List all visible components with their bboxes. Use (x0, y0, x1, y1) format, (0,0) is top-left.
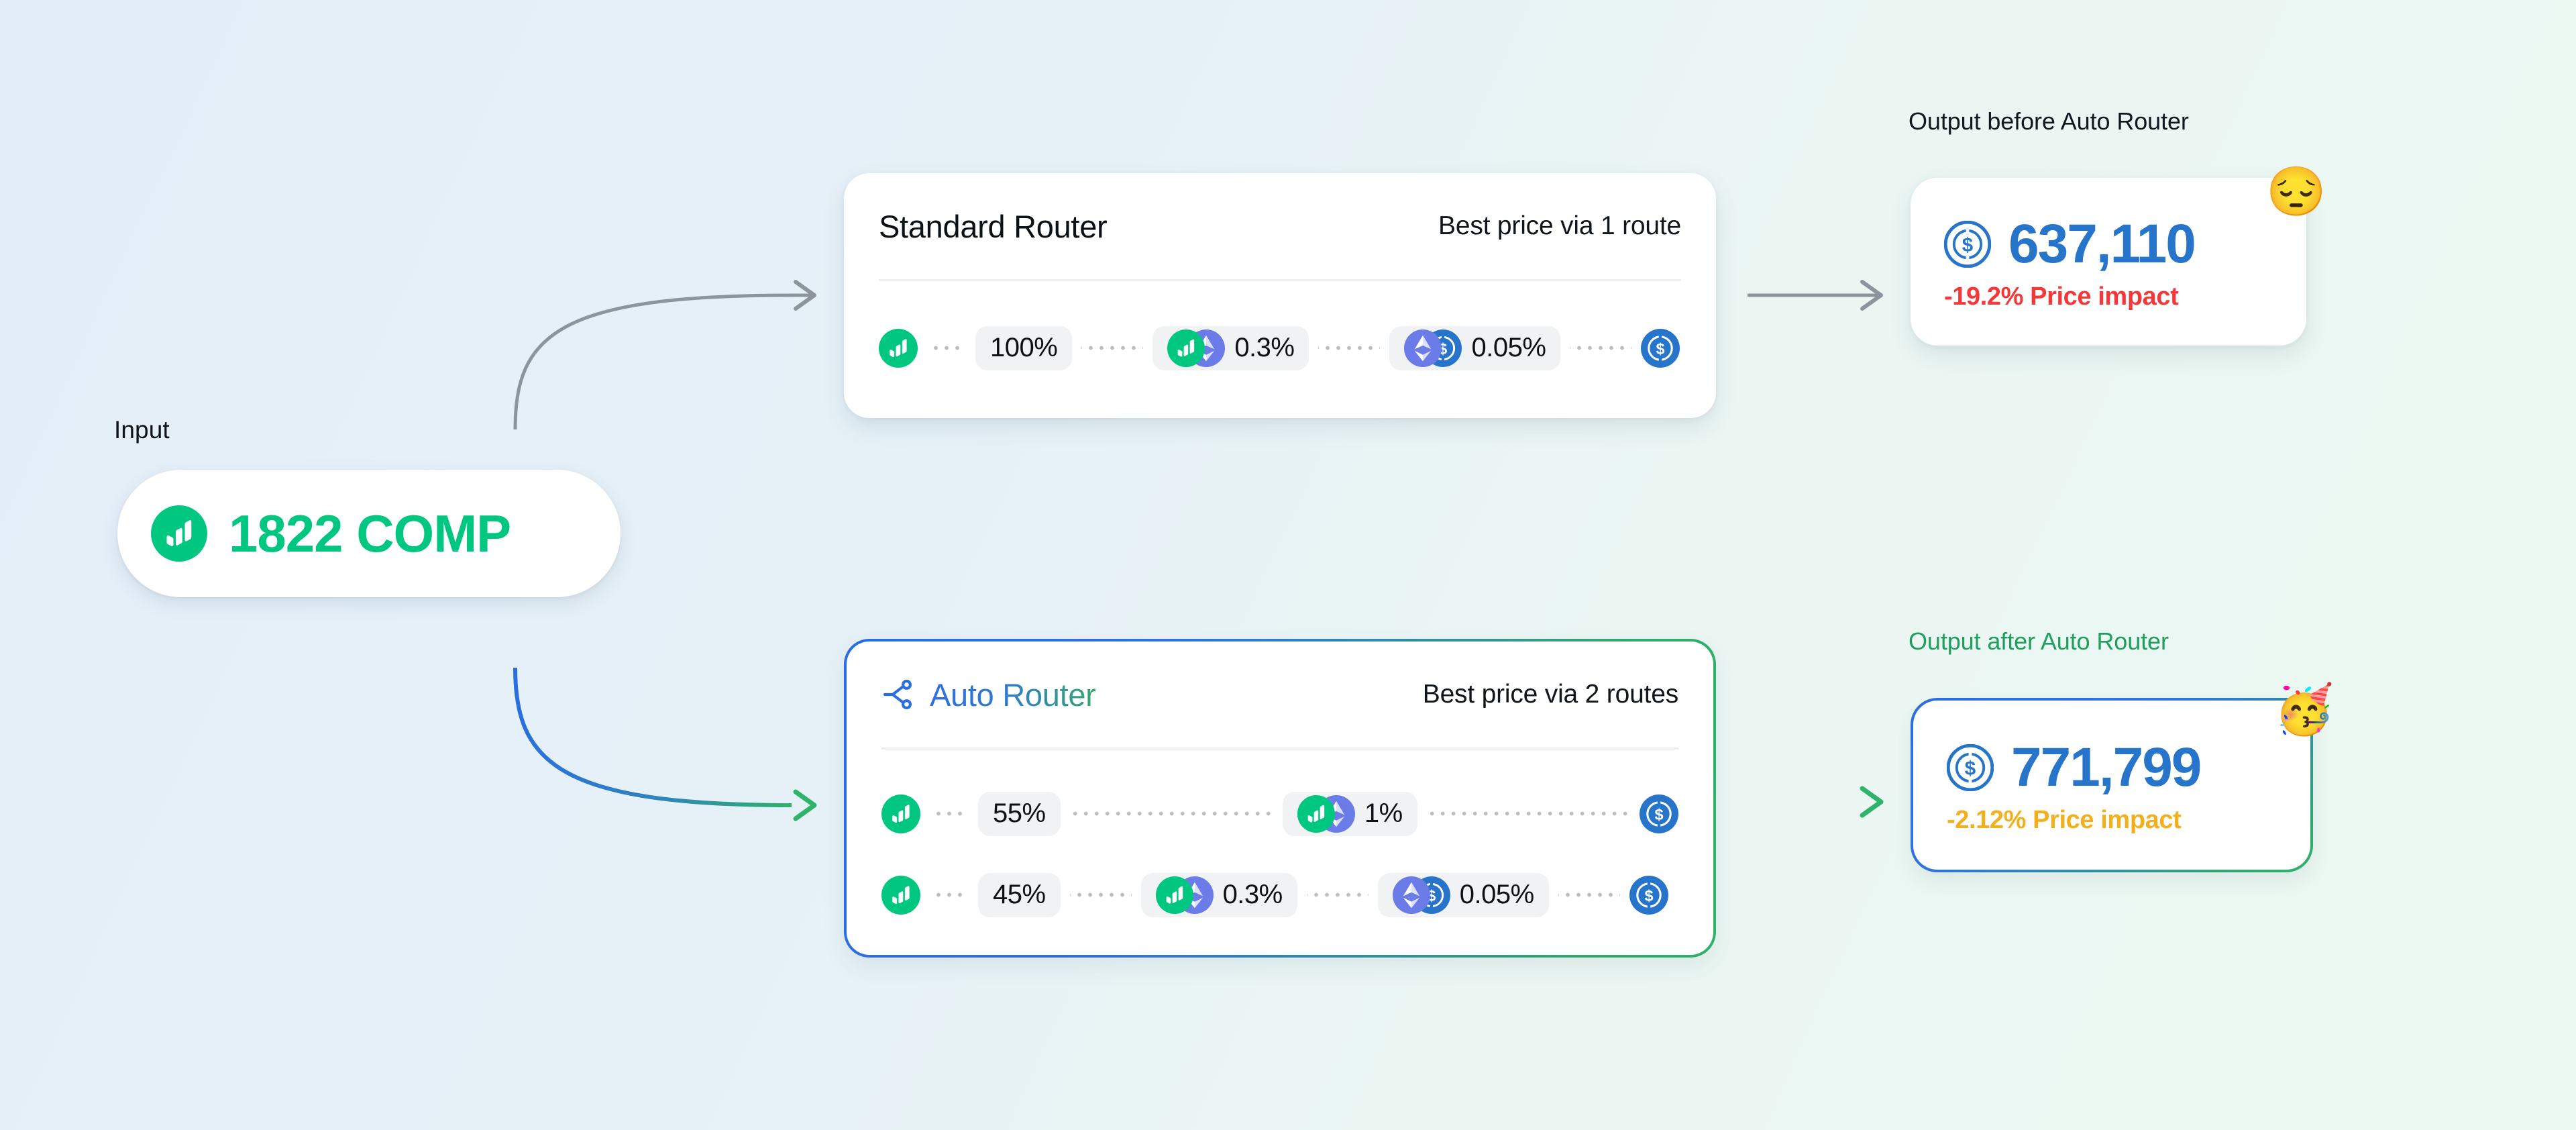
comp-token-icon (151, 505, 207, 562)
comp-token-icon (879, 328, 918, 368)
arrow-standard-router-to-output (1748, 280, 1883, 311)
output-before-price-impact: -19.2% Price impact (1944, 282, 2179, 311)
comp-token-icon (881, 794, 920, 833)
usdc-token-icon: $ (1944, 220, 1991, 268)
route-hop-pill[interactable]: 1% (1282, 791, 1417, 836)
auto-router-routes: 55% 1% $ 45% 0.3% $ 0.05% $ (881, 750, 1678, 927)
auto-router-title: Auto Router (930, 676, 1096, 713)
pensive-face-emoji: 😔 (2266, 165, 2326, 219)
partying-face-emoji: 🥳 (2274, 683, 2334, 737)
standard-router-header: Standard Router Best price via 1 route (879, 173, 1681, 279)
diagram-canvas: Input 1822 COMP Standard Router Best pri… (0, 0, 2576, 1130)
auto-router-header: Auto Router Best price via 2 routes (881, 641, 1678, 748)
route-dots (1318, 346, 1381, 350)
route-row[interactable]: 100% 0.3% $ 0.05% $ (879, 316, 1681, 380)
route-fee-text: 0.3% (1234, 333, 1295, 362)
arrow-input-to-auto-router (513, 667, 817, 821)
route-fee-text: 0.05% (1459, 880, 1534, 909)
route-fee-text: 0.05% (1471, 333, 1546, 362)
route-dots (930, 811, 969, 816)
auto-router-subtitle: Best price via 2 routes (1422, 680, 1678, 709)
route-share-pill[interactable]: 55% (978, 791, 1061, 836)
comp-token-icon (1297, 794, 1335, 833)
route-hop-pill[interactable]: 0.3% (1152, 325, 1309, 370)
route-dots (930, 892, 969, 897)
route-dots (1570, 346, 1632, 350)
svg-text:$: $ (1644, 887, 1653, 905)
route-share-pill[interactable]: 45% (978, 872, 1061, 917)
input-amount-text: 1822 COMP (229, 503, 511, 563)
standard-router-card[interactable]: Standard Router Best price via 1 route 1… (844, 173, 1716, 418)
route-dots (1069, 892, 1132, 897)
output-before-label: Output before Auto Router (1909, 107, 2189, 135)
route-hop-pill[interactable]: $ 0.05% (1389, 325, 1561, 370)
input-label: Input (114, 416, 170, 444)
output-after-value: 771,799 (2011, 736, 2202, 798)
auto-router-card[interactable]: Auto Router Best price via 2 routes 55% … (844, 639, 1716, 958)
table-row[interactable]: 45% 0.3% $ 0.05% $ (881, 863, 1678, 927)
token-pair-icons: $ (1404, 329, 1462, 367)
token-pair-icons (1297, 794, 1355, 833)
usdc-token-icon: $ (1629, 875, 1668, 915)
output-before-value-row: $ 637,110 (1911, 213, 2306, 276)
route-hop-pill[interactable]: 0.3% (1140, 872, 1297, 917)
route-share-pill[interactable]: 100% (975, 325, 1073, 370)
output-before-card[interactable]: $ 637,110 -19.2% Price impact (1911, 178, 2306, 346)
svg-text:$: $ (1965, 757, 1976, 779)
route-fee-text: 0.3% (1222, 880, 1283, 909)
svg-text:$: $ (1962, 234, 1973, 256)
route-share-text: 45% (993, 880, 1046, 909)
eth-token-icon (1404, 329, 1442, 367)
comp-token-icon (1167, 329, 1205, 367)
route-split-icon (881, 678, 915, 711)
route-dots (927, 346, 966, 350)
input-card[interactable]: 1822 COMP (117, 470, 621, 597)
route-share-text: 100% (990, 333, 1058, 362)
route-fee-text: 1% (1364, 799, 1403, 828)
standard-router-title: Standard Router (879, 208, 1108, 244)
token-pair-icons (1155, 876, 1214, 914)
standard-router-subtitle: Best price via 1 route (1438, 211, 1681, 240)
token-pair-icons (1167, 329, 1226, 367)
output-after-label: Output after Auto Router (1909, 627, 2169, 655)
usdc-token-icon: $ (1640, 794, 1678, 833)
arrow-auto-router-to-output (1748, 786, 1884, 818)
standard-router-routes: 100% 0.3% $ 0.05% $ (879, 281, 1681, 380)
route-dots (1426, 811, 1630, 816)
comp-token-icon (881, 875, 920, 915)
route-dots (1558, 892, 1620, 897)
usdc-token-icon: $ (1947, 743, 1994, 791)
output-after-price-impact: -2.12% Price impact (1947, 805, 2182, 834)
comp-token-icon (1155, 876, 1193, 914)
route-dots (1081, 346, 1144, 350)
output-after-card[interactable]: $ 771,799 -2.12% Price impact (1911, 698, 2313, 872)
route-dots (1069, 811, 1273, 816)
route-dots (1306, 892, 1368, 897)
svg-text:$: $ (1654, 806, 1663, 823)
output-after-value-row: $ 771,799 (1913, 736, 2310, 799)
usdc-token-icon: $ (1641, 328, 1680, 368)
arrow-input-to-standard-router (513, 280, 816, 430)
svg-text:$: $ (1656, 340, 1665, 358)
eth-token-icon (1392, 876, 1430, 914)
route-share-text: 55% (993, 799, 1046, 828)
output-before-value: 637,110 (2008, 213, 2196, 274)
route-hop-pill[interactable]: $ 0.05% (1377, 872, 1549, 917)
token-pair-icons: $ (1392, 876, 1450, 914)
table-row[interactable]: 55% 1% $ (881, 782, 1678, 845)
